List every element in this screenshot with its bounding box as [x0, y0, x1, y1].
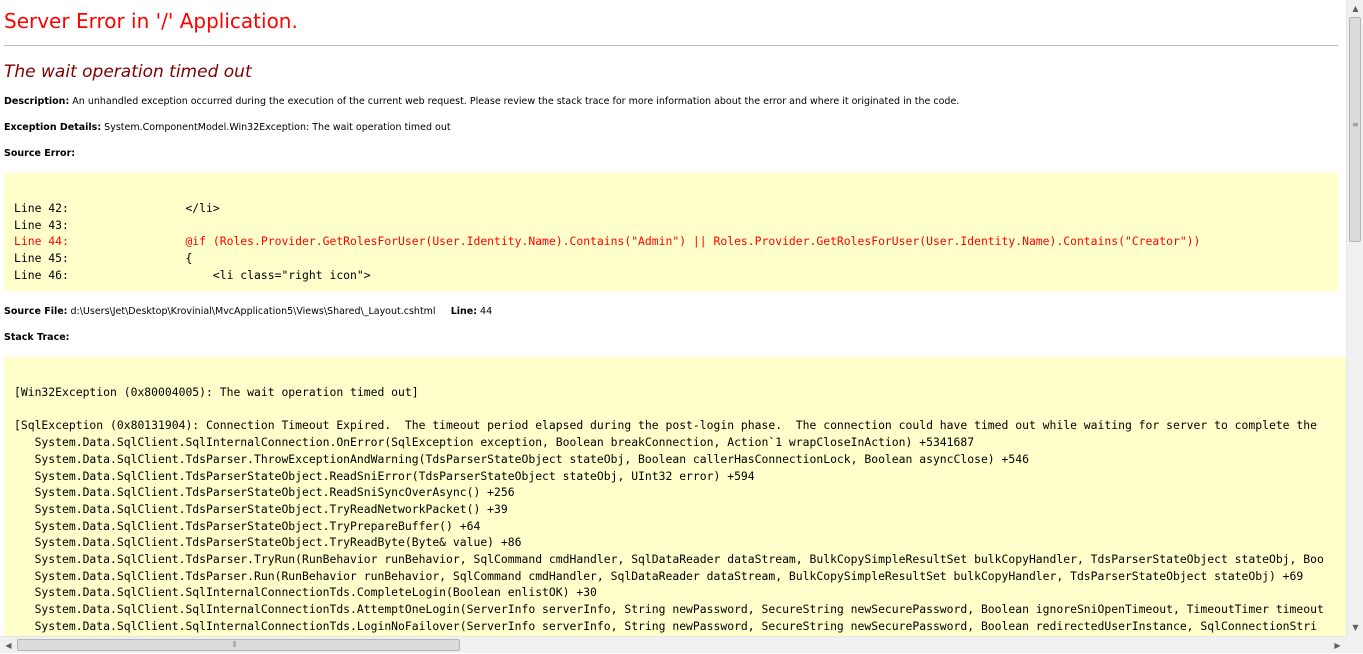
stack-line: System.Data.SqlClient.SqlInternalConnect… [14, 602, 1324, 617]
stack-line: System.Data.SqlClient.TdsParser.Run(RunB… [14, 568, 1304, 583]
divider [4, 45, 1338, 46]
source-file-label: Source File: [4, 306, 68, 317]
stack-trace: [Win32Exception (0x80004005): The wait o… [14, 384, 1324, 635]
stack-trace-block[interactable]: [Win32Exception (0x80004005): The wait o… [4, 357, 1346, 636]
source-file-path: d:\Users\Jet\Desktop\Krovinial\MvcApplic… [70, 306, 436, 317]
stack-line: System.Data.SqlClient.SqlInternalConnect… [14, 585, 597, 600]
source-line: Line 42: </li> [14, 201, 220, 215]
exception-details: Exception Details: System.ComponentModel… [4, 122, 451, 133]
source-code: Line 42: </li> Line 43: Line 44: @if (Ro… [14, 200, 1200, 284]
line-label: Line: [450, 306, 478, 317]
source-line: Line 46: <li class="right icon"> [14, 267, 371, 282]
description: Description: An unhandled exception occu… [4, 96, 959, 107]
stack-line: [SqlException (0x80131904): Connection T… [14, 418, 1317, 433]
scroll-down-icon[interactable]: ▼ [1347, 619, 1363, 636]
source-error-label: Source Error: [4, 148, 76, 159]
error-subtitle: The wait operation timed out [4, 62, 252, 82]
scroll-right-icon[interactable]: ▶ [1329, 637, 1346, 654]
source-line: Line 45: { [14, 251, 193, 266]
stack-line: System.Data.SqlClient.TdsParserStateObje… [14, 535, 522, 550]
source-line: Line 43: [14, 217, 69, 232]
source-error-heading: Source Error: [4, 148, 75, 159]
error-page: Server Error in '/' Application. The wai… [0, 0, 1346, 636]
description-text: An unhandled exception occurred during t… [72, 96, 960, 107]
stack-line: System.Data.SqlClient.SqlInternalConnect… [14, 618, 1317, 633]
stack-line: [Win32Exception (0x80004005): The wait o… [14, 385, 419, 399]
page-title: Server Error in '/' Application. [4, 9, 298, 33]
horizontal-scroll-thumb[interactable]: ⦀ [17, 639, 460, 651]
scroll-up-icon[interactable]: ▲ [1347, 0, 1363, 17]
source-code-block[interactable]: Line 42: </li> Line 43: Line 44: @if (Ro… [4, 173, 1338, 291]
source-line-error: Line 44: @if (Roles.Provider.GetRolesFor… [14, 234, 1201, 249]
line-number: 44 [480, 306, 493, 317]
stack-line: System.Data.SqlClient.TdsParser.ThrowExc… [14, 451, 1029, 466]
stack-trace-heading: Stack Trace: [4, 332, 69, 343]
stack-trace-label: Stack Trace: [4, 332, 70, 343]
source-file: Source File: d:\Users\Jet\Desktop\Krovin… [4, 306, 492, 317]
description-label: Description: [4, 96, 70, 107]
stack-line: System.Data.SqlClient.TdsParserStateObje… [14, 485, 515, 500]
grip-icon: ⦀ [233, 640, 237, 649]
vertical-scrollbar[interactable]: ▲ ≡ ▼ [1346, 0, 1363, 636]
stack-line: System.Data.SqlClient.TdsParserStateObje… [14, 501, 508, 516]
grip-icon: ≡ [1352, 120, 1359, 129]
scroll-left-icon[interactable]: ◀ [0, 637, 17, 654]
exception-label: Exception Details: [4, 122, 102, 133]
vertical-scroll-thumb[interactable]: ≡ [1349, 17, 1361, 242]
stack-line: System.Data.SqlClient.TdsParserStateObje… [14, 468, 755, 483]
exception-text: System.ComponentModel.Win32Exception: Th… [104, 122, 451, 133]
stack-line: System.Data.SqlClient.TdsParser.TryRun(R… [14, 552, 1324, 567]
horizontal-scrollbar[interactable]: ◀ ⦀ ▶ [0, 636, 1346, 653]
stack-line: System.Data.SqlClient.SqlInternalConnect… [14, 435, 975, 450]
stack-line: System.Data.SqlClient.TdsParserStateObje… [14, 518, 481, 533]
scrollbar-corner [1346, 636, 1363, 653]
